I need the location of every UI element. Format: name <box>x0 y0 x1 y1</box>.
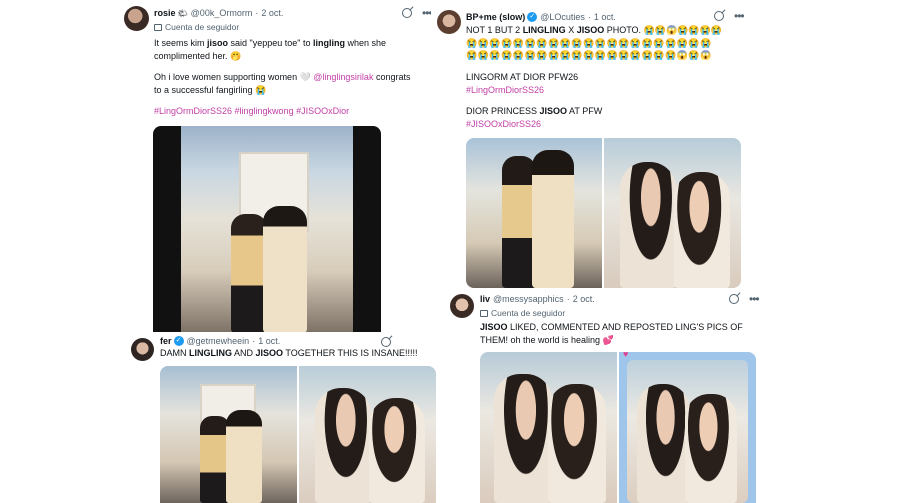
person-right <box>226 410 262 503</box>
tweet-photo-1[interactable] <box>466 138 602 288</box>
avatar-fer[interactable] <box>131 338 154 361</box>
tweet-photo-2[interactable] <box>299 366 436 503</box>
tweet-date[interactable]: 2 oct. <box>573 294 595 304</box>
tweet-bpme[interactable]: BP+me (slow) ✓ @LOcuties · 1 oct. ••• NO… <box>431 0 751 290</box>
mention-link[interactable]: @linglingsirilak <box>313 72 373 82</box>
separator-dot: · <box>587 12 591 22</box>
tweet-header: liv @messysapphics · 2 oct. <box>480 294 595 304</box>
avatar-liv[interactable] <box>450 294 474 318</box>
separator-dot: · <box>255 8 259 18</box>
tweet-text: NOT 1 BUT 2 LINGLING X JISOO PHOTO. 😭😭😱😭… <box>466 25 723 35</box>
tweet-photo[interactable] <box>153 126 381 333</box>
follower-account-label: Cuenta de seguidor <box>480 308 565 318</box>
tweet-text: DAMN LINGLING AND JISOO TOGETHER THIS IS… <box>160 348 418 358</box>
person-right <box>532 150 574 288</box>
person-left <box>637 384 689 503</box>
tweet-photo-1[interactable] <box>480 352 617 503</box>
author-name[interactable]: liv <box>480 294 490 304</box>
tweet-photo-2[interactable]: ♥ <box>619 352 756 503</box>
grok-icon[interactable] <box>402 8 412 18</box>
tweet-photo-grid <box>160 366 436 503</box>
photo-content <box>181 126 353 333</box>
follower-account-text: Cuenta de seguidor <box>491 308 566 318</box>
follower-icon <box>480 309 488 317</box>
tweet-actions: ••• <box>402 7 433 19</box>
heart-icon: ♥ <box>623 352 629 359</box>
tweet-liv[interactable]: liv @messysapphics · 2 oct. Cuenta de se… <box>444 289 764 503</box>
person-left <box>620 162 676 288</box>
person-left <box>231 214 267 333</box>
tweet-text: It seems kim jisoo said "yeppeu toe" to … <box>154 38 411 118</box>
tweet-actions: ••• <box>729 293 760 305</box>
grok-icon[interactable] <box>381 337 391 347</box>
grok-icon[interactable] <box>714 11 724 21</box>
tweet-fer[interactable]: fer ✓ @getmewheein · 1 oct. DAMN LINGLIN… <box>125 332 437 503</box>
avatar-bpme[interactable] <box>437 10 461 34</box>
hashtag-link[interactable]: #LingOrmDiorSS26 <box>466 84 602 97</box>
more-options-icon[interactable]: ••• <box>734 10 745 22</box>
author-handle[interactable]: @LOcuties <box>540 12 585 22</box>
tweet-text-continued: LINGORM AT DIOR PFW26 #LingOrmDiorSS26 D… <box>466 72 603 131</box>
tweet-rosie[interactable]: rosie 🌤 @00k_Ormorm · 2 oct. Cuenta de s… <box>118 0 436 333</box>
person-left <box>315 388 371 503</box>
author-handle[interactable]: @getmewheein <box>187 336 250 346</box>
person-right <box>548 384 606 503</box>
person-left <box>494 374 552 503</box>
inner-screenshot <box>627 360 748 503</box>
tweet-text: JISOO LIKED, COMMENTED AND REPOSTED LING… <box>480 322 743 345</box>
person-right <box>674 172 730 288</box>
verified-badge-icon: ✓ <box>527 12 538 22</box>
avatar-rosie[interactable] <box>124 6 149 31</box>
author-handle[interactable]: @messysapphics <box>493 294 564 304</box>
person-right <box>685 394 737 503</box>
tweet-photo-grid <box>466 138 741 288</box>
grok-icon[interactable] <box>729 294 739 304</box>
more-options-icon[interactable]: ••• <box>749 293 760 305</box>
verified-badge-icon: ✓ <box>173 336 184 346</box>
person-left <box>502 156 536 288</box>
emoji-row-2: 😭😭😭😭😭😭😭😭😭😭😭😭😭😭😭😭😭😭😱😭😱 <box>466 50 712 60</box>
author-name[interactable]: fer <box>160 336 172 346</box>
person-right <box>263 206 307 333</box>
separator-dot: · <box>252 336 256 346</box>
tweet-header: BP+me (slow) ✓ @LOcuties · 1 oct. <box>466 12 616 22</box>
name-emoji: 🌤 <box>177 8 188 18</box>
follower-icon <box>154 23 162 31</box>
follower-account-text: Cuenta de seguidor <box>165 22 240 32</box>
follower-account-label: Cuenta de seguidor <box>154 22 239 32</box>
tweet-date[interactable]: 1 oct. <box>594 12 616 22</box>
hashtag-link[interactable]: #JISOOxDiorSS26 <box>466 118 602 131</box>
author-name[interactable]: BP+me (slow) <box>466 12 525 22</box>
tweet-header: rosie 🌤 @00k_Ormorm · 2 oct. <box>154 8 283 18</box>
tweet-date[interactable]: 1 oct. <box>258 336 280 346</box>
tweet-photo-2[interactable] <box>604 138 741 288</box>
person-right <box>369 398 425 503</box>
separator-dot: · <box>566 294 570 304</box>
emoji-row-1: 😭😭😭😭😭😭😭😭😭😭😭😭😭😭😭😭😭😭😭😭😭 <box>466 38 712 48</box>
hashtag-links[interactable]: #LingOrmDiorSS26 #linglingkwong #JISOOxD… <box>154 105 410 118</box>
tweet-date[interactable]: 2 oct. <box>261 8 283 18</box>
tweet-photo-grid: ♥ <box>480 352 756 503</box>
tweet-actions <box>381 337 391 347</box>
tweet-header: fer ✓ @getmewheein · 1 oct. <box>160 336 280 346</box>
author-name[interactable]: rosie <box>154 8 176 18</box>
author-handle[interactable]: @00k_Ormorm <box>191 8 253 18</box>
tweet-actions: ••• <box>714 10 745 22</box>
tweet-photo-1[interactable] <box>160 366 297 503</box>
